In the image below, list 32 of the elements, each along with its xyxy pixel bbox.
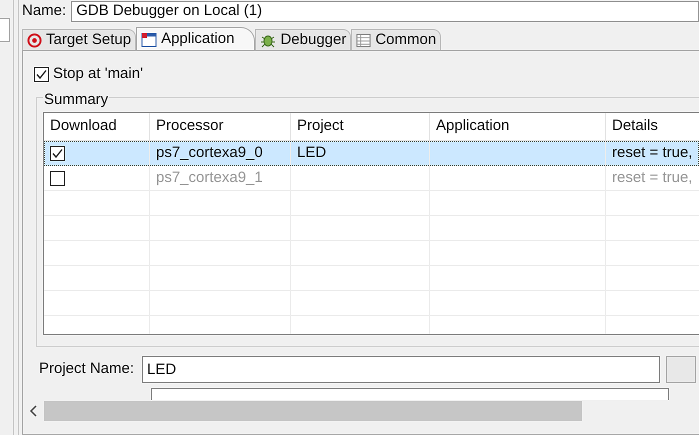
table-cell-text: ps7_cortexa9_1 [156,168,263,188]
tab[interactable]: Application [136,27,256,51]
tab[interactable]: Target Setup [22,29,136,50]
checkbox[interactable] [34,66,49,82]
table-icon [356,32,372,48]
checkbox-label: Stop at 'main' [53,64,143,84]
name-field[interactable]: GDB Debugger on Local (1) [71,0,699,22]
check-icon [35,68,48,81]
side-field[interactable] [0,18,10,42]
scrollbar-thumb[interactable] [44,400,582,420]
column-header[interactable]: Download [44,113,150,140]
tab[interactable]: Debugger [255,29,352,50]
application-field[interactable] [151,388,669,400]
check-icon [51,147,64,160]
table-row[interactable]: ps7_cortexa9_0 LED reset = true, [44,141,699,166]
column-header[interactable]: Details [606,113,699,140]
checkbox[interactable] [50,146,65,161]
checkbox[interactable] [50,170,65,186]
project-name-label: Project Name: [39,359,134,380]
column-header[interactable]: Processor [150,113,291,140]
table-cell-text: reset = true, [612,143,692,164]
target-icon [27,32,42,48]
tab[interactable]: Common [351,29,442,50]
table-cell-text: reset = true, [612,168,692,188]
column-header[interactable]: Project [291,113,430,140]
window-icon [141,32,158,48]
table-cell-text: LED [297,143,326,164]
table-cell-text: ps7_cortexa9_0 [156,143,263,164]
project-name-field[interactable]: LED [142,356,660,383]
column-header[interactable]: Application [430,113,606,140]
side-button[interactable] [666,356,696,383]
name-label: Name: [22,0,66,21]
